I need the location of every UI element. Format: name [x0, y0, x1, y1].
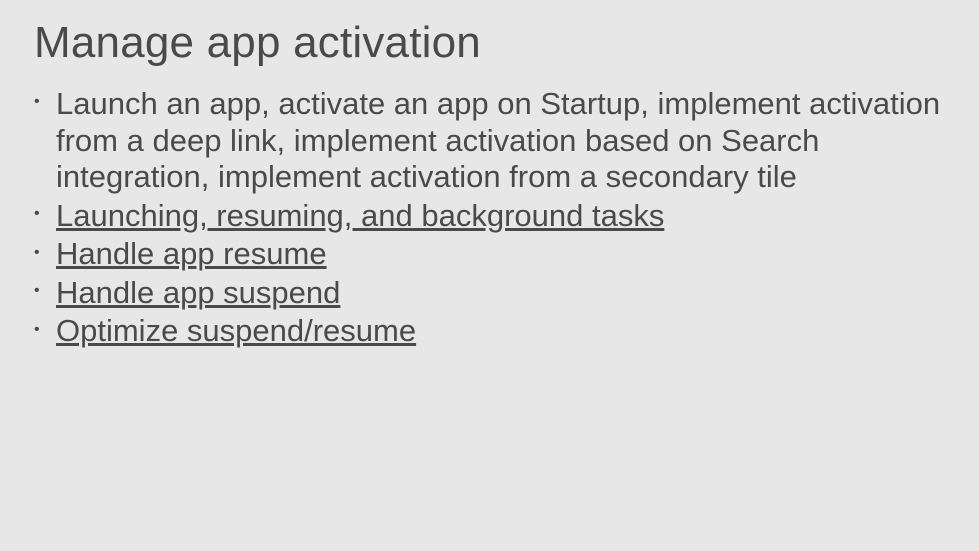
list-item: Optimize suspend/resume — [34, 313, 945, 350]
link-handle-suspend[interactable]: Handle app suspend — [56, 275, 340, 310]
list-item: Handle app suspend — [34, 275, 945, 312]
bullet-text: Launch an app, activate an app on Startu… — [56, 86, 940, 194]
link-launching-resuming[interactable]: Launching, resuming, and background task… — [56, 198, 664, 233]
slide: Manage app activation Launch an app, act… — [0, 0, 979, 350]
list-item: Handle app resume — [34, 236, 945, 273]
page-title: Manage app activation — [34, 18, 945, 68]
bullet-list: Launch an app, activate an app on Startu… — [34, 86, 945, 350]
list-item: Launching, resuming, and background task… — [34, 198, 945, 235]
link-optimize-suspend-resume[interactable]: Optimize suspend/resume — [56, 313, 416, 348]
list-item: Launch an app, activate an app on Startu… — [34, 86, 945, 196]
link-handle-resume[interactable]: Handle app resume — [56, 236, 327, 271]
